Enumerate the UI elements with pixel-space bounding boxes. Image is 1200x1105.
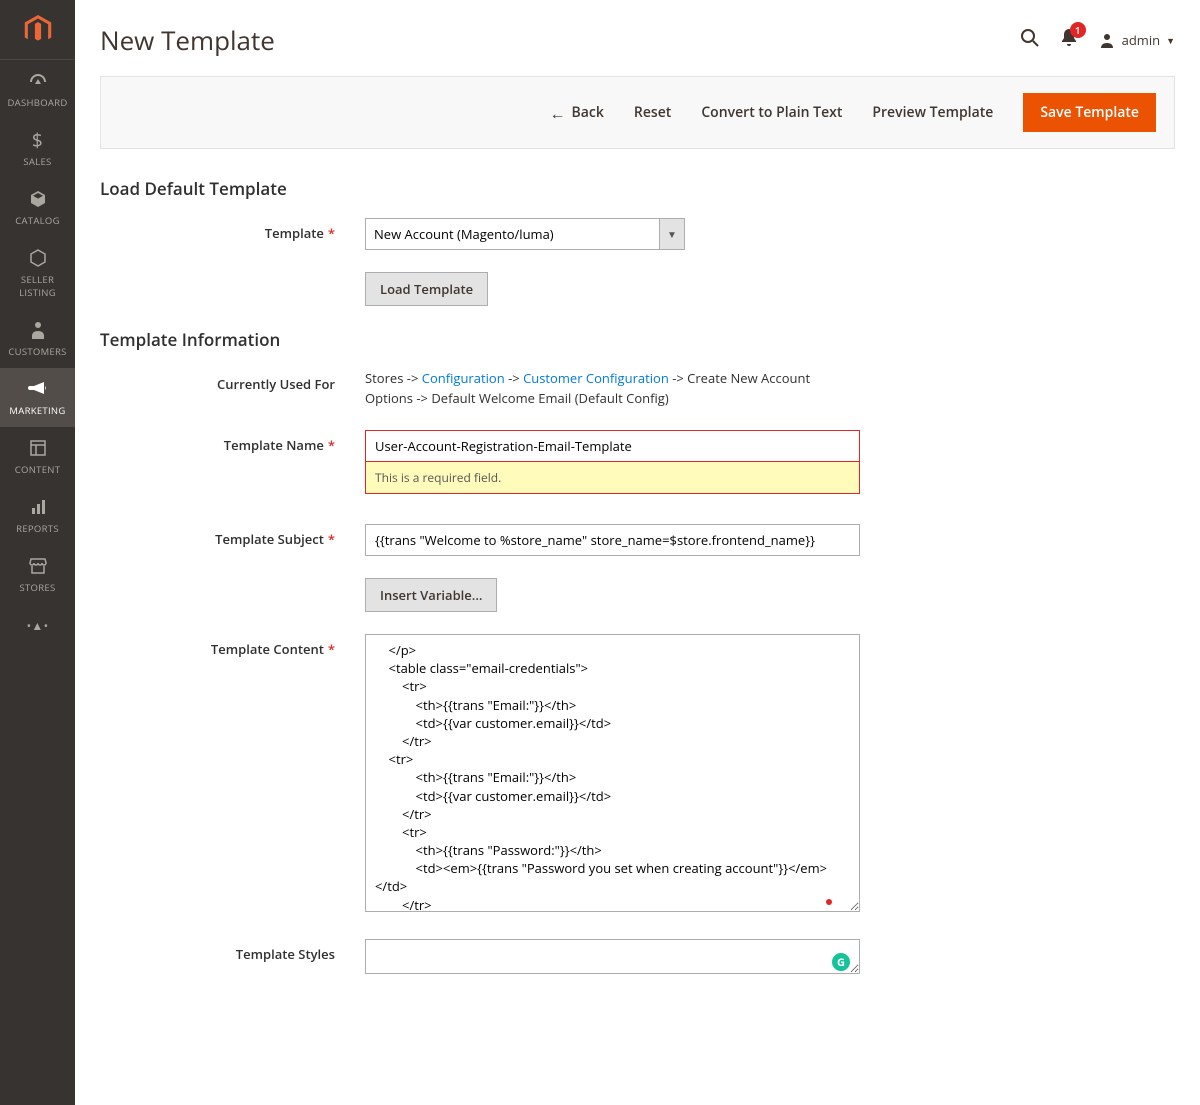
nav-more[interactable]: •▲• bbox=[0, 604, 75, 650]
arrow-left-icon: ← bbox=[550, 102, 566, 124]
currently-used-for-label: Currently Used For bbox=[100, 369, 365, 393]
main-content: New Template 1 admin ▼ ←Back Reset Conver… bbox=[75, 0, 1200, 1105]
storefront-icon bbox=[29, 555, 47, 577]
nav-label: MARKETING bbox=[9, 404, 65, 417]
select-dropdown-button[interactable]: ▼ bbox=[659, 218, 685, 250]
required-field-error: This is a required field. bbox=[365, 462, 860, 494]
chart-icon bbox=[30, 496, 46, 518]
nav-label: SALES bbox=[23, 155, 51, 168]
chevron-down-icon: ▼ bbox=[1166, 34, 1175, 47]
search-button[interactable] bbox=[1020, 28, 1040, 53]
customer-configuration-link[interactable]: Customer Configuration bbox=[523, 369, 669, 387]
nav-stores[interactable]: STORES bbox=[0, 545, 75, 604]
error-indicator-dot bbox=[826, 899, 832, 905]
template-content-label: Template Content* bbox=[100, 634, 365, 658]
nav-catalog[interactable]: CATALOG bbox=[0, 178, 75, 237]
nav-label: CUSTOMERS bbox=[8, 345, 66, 358]
insert-variable-button[interactable]: Insert Variable... bbox=[365, 578, 497, 612]
template-name-label: Template Name* bbox=[100, 430, 365, 454]
grammarly-icon: G bbox=[832, 953, 850, 971]
configuration-link[interactable]: Configuration bbox=[422, 369, 505, 387]
nav-label: REPORTS bbox=[16, 522, 59, 535]
person-icon bbox=[31, 319, 45, 341]
section-template-info-title: Template Information bbox=[100, 328, 1175, 351]
magento-logo[interactable] bbox=[0, 0, 75, 60]
reset-button[interactable]: Reset bbox=[634, 103, 671, 122]
username: admin bbox=[1122, 31, 1160, 49]
nav-reports[interactable]: REPORTS bbox=[0, 486, 75, 545]
gauge-icon bbox=[28, 70, 48, 92]
template-styles-textarea[interactable] bbox=[365, 939, 860, 974]
nav-customers[interactable]: CUSTOMERS bbox=[0, 309, 75, 368]
sidebar: DASHBOARD $SALES CATALOG SELLER LISTING … bbox=[0, 0, 75, 1105]
nav-label: CONTENT bbox=[15, 463, 61, 476]
template-select[interactable]: New Account (Magento/luma) bbox=[365, 218, 659, 250]
convert-plain-text-button[interactable]: Convert to Plain Text bbox=[701, 103, 842, 122]
chevron-down-icon: ▼ bbox=[667, 227, 677, 241]
hexagon-icon bbox=[29, 247, 47, 269]
back-button[interactable]: ←Back bbox=[550, 102, 604, 124]
nav-label: STORES bbox=[20, 581, 56, 594]
dollar-icon: $ bbox=[32, 129, 43, 151]
template-subject-input[interactable] bbox=[365, 524, 860, 556]
template-content-textarea[interactable] bbox=[365, 634, 860, 912]
nav-label: CATALOG bbox=[15, 214, 60, 227]
save-template-button[interactable]: Save Template bbox=[1023, 93, 1156, 132]
user-icon bbox=[1098, 31, 1116, 49]
nav-marketing[interactable]: MARKETING bbox=[0, 368, 75, 427]
more-icon: •▲• bbox=[27, 614, 49, 636]
template-subject-label: Template Subject* bbox=[100, 524, 365, 548]
nav-seller-listing[interactable]: SELLER LISTING bbox=[0, 237, 75, 309]
nav-content[interactable]: CONTENT bbox=[0, 427, 75, 486]
nav-sales[interactable]: $ SALES bbox=[0, 119, 75, 178]
layout-icon bbox=[30, 437, 46, 459]
notification-badge: 1 bbox=[1070, 22, 1086, 38]
notifications-button[interactable]: 1 bbox=[1060, 28, 1078, 53]
user-menu[interactable]: admin ▼ bbox=[1098, 31, 1175, 49]
preview-template-button[interactable]: Preview Template bbox=[872, 103, 993, 122]
nav-dashboard[interactable]: DASHBOARD bbox=[0, 60, 75, 119]
megaphone-icon bbox=[28, 378, 47, 400]
load-template-button[interactable]: Load Template bbox=[365, 272, 488, 306]
box-icon bbox=[29, 188, 47, 210]
currently-used-for-value: Stores -> Configuration -> Customer Conf… bbox=[365, 369, 825, 408]
template-select-label: Template* bbox=[100, 218, 365, 242]
nav-label: DASHBOARD bbox=[7, 96, 67, 109]
action-bar: ←Back Reset Convert to Plain Text Previe… bbox=[100, 76, 1175, 149]
template-styles-label: Template Styles bbox=[100, 939, 365, 963]
template-name-input[interactable] bbox=[365, 430, 860, 462]
nav-label: SELLER LISTING bbox=[4, 273, 71, 299]
section-load-default-title: Load Default Template bbox=[100, 177, 1175, 200]
page-title: New Template bbox=[100, 22, 275, 58]
